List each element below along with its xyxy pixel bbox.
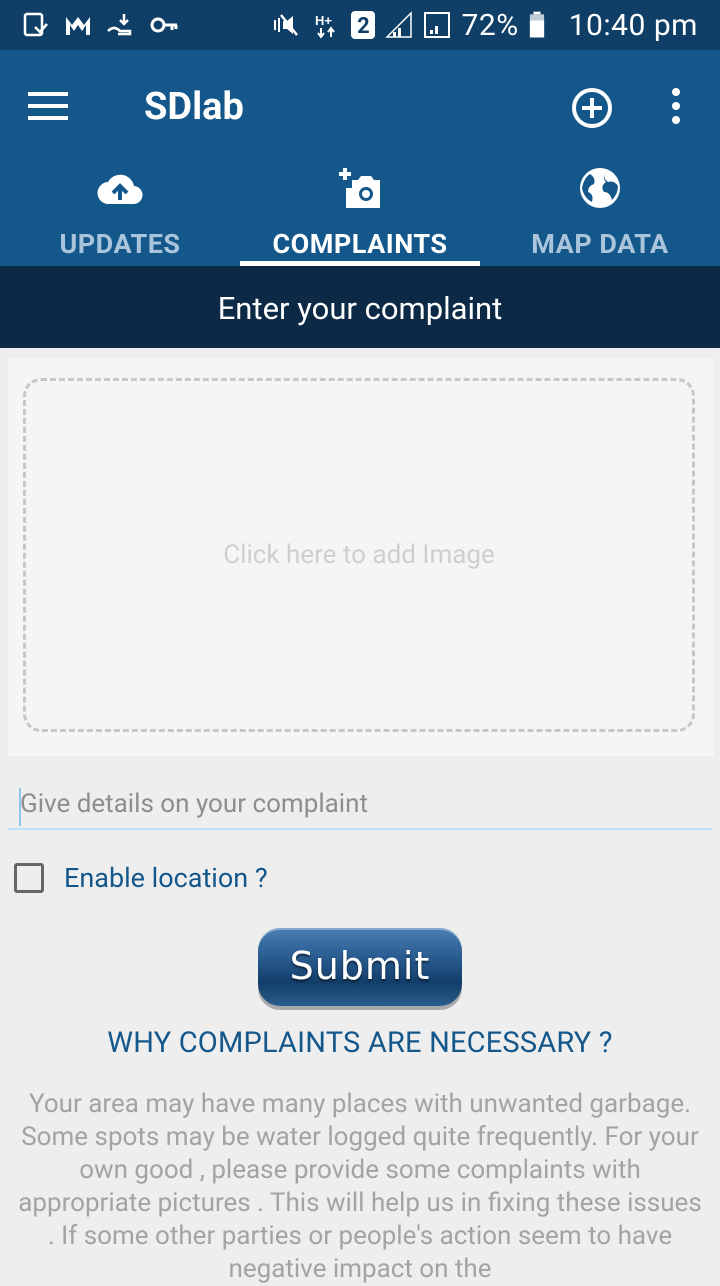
hplus-data-icon: H+ (315, 13, 336, 39)
tab-label: COMPLAINTS (272, 228, 448, 260)
why-complaints-body: Your area may have many places with unwa… (18, 1089, 702, 1284)
tab-label: UPDATES (59, 228, 181, 260)
svg-text:H+: H+ (315, 13, 332, 28)
tab-complaints[interactable]: COMPLAINTS (240, 158, 480, 266)
sim2-icon: 2 (351, 11, 376, 39)
add-photo-camera-icon (339, 168, 380, 208)
status-bar: H+ 2 72% 10:40 pm (0, 0, 720, 50)
gmail-like-icon (66, 17, 90, 35)
add-circle-icon[interactable] (568, 84, 616, 132)
section-header: Enter your complaint (0, 266, 720, 348)
screenshot-icon (23, 12, 48, 37)
globe-icon (580, 168, 620, 208)
app-bar: SDlab UPDATES COMPLAINTS MAP DATA (0, 50, 720, 266)
enable-location-checkbox-row[interactable]: Enable location ? (14, 858, 268, 898)
image-picker-area: Click here to add Image (8, 358, 714, 756)
status-right-icons: H+ 2 72% 10:40 pm (267, 6, 698, 44)
status-left-icons (22, 6, 180, 44)
clock: 10:40 pm (568, 7, 698, 43)
add-image-label: Click here to add Image (223, 540, 495, 570)
mute-vibrate-icon (274, 14, 299, 36)
tab-label: MAP DATA (531, 228, 669, 260)
signal-icon (385, 11, 413, 38)
battery-percent: 72% (461, 7, 519, 43)
tab-map-data[interactable]: MAP DATA (480, 158, 720, 266)
cloud-upload-icon (97, 174, 143, 205)
why-complaints-heading: WHY COMPLAINTS ARE NECESSARY ? (107, 1026, 613, 1060)
submit-button[interactable]: Submit (258, 928, 462, 1006)
enable-location-label: Enable location ? (64, 862, 268, 894)
hamburger-menu-icon[interactable] (22, 84, 74, 128)
text-cursor (19, 788, 21, 826)
add-image-button[interactable]: Click here to add Image (23, 378, 695, 732)
key-icon (150, 17, 178, 33)
app-title: SDlab (144, 85, 244, 129)
complaint-details-input[interactable] (8, 780, 712, 830)
signal-icon (424, 12, 451, 38)
download-hand-icon (107, 14, 132, 36)
tab-updates[interactable]: UPDATES (0, 158, 240, 266)
enable-location-checkbox[interactable] (14, 863, 44, 893)
battery-icon (529, 11, 544, 38)
more-vert-icon[interactable] (660, 84, 692, 132)
tab-bar: UPDATES COMPLAINTS MAP DATA (0, 158, 720, 266)
